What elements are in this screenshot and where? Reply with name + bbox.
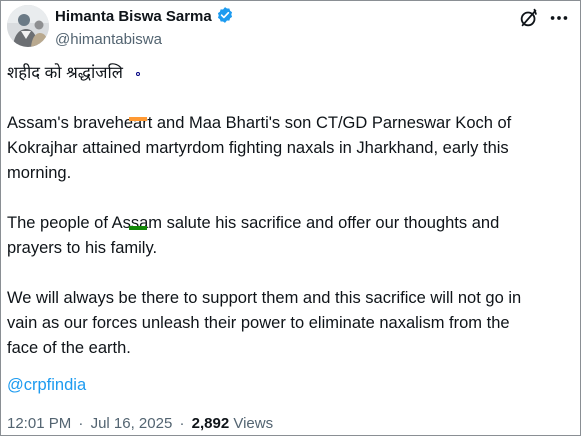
tweet-card: Himanta Biswa Sarma @himantabiswa शहीद क… xyxy=(0,0,581,436)
post-date[interactable]: Jul 16, 2025 xyxy=(91,415,173,432)
tweet-text-line1: शहीद को श्रद्धांजलि xyxy=(7,61,572,230)
tweet-body: शहीद को श्रद्धांजलि Assam's braveheart a… xyxy=(7,61,572,386)
grok-icon[interactable] xyxy=(518,7,540,29)
verified-badge-icon xyxy=(216,6,234,29)
tweet-meta: 12:01 PM · Jul 16, 2025 · 2,892 Views xyxy=(7,414,273,434)
display-name[interactable]: Himanta Biswa Sarma xyxy=(55,7,212,27)
tweet-paragraph-2: The people of Assam salute his sacrifice… xyxy=(7,214,500,257)
meta-separator: · xyxy=(78,415,84,432)
avatar-image xyxy=(7,5,49,47)
avatar[interactable] xyxy=(7,5,49,47)
indian-flag-icon xyxy=(128,67,147,230)
views-label: Views xyxy=(233,415,274,432)
tweet-header: Himanta Biswa Sarma @himantabiswa xyxy=(7,5,570,51)
author-info: Himanta Biswa Sarma @himantabiswa xyxy=(55,6,234,50)
author-handle[interactable]: @himantabiswa xyxy=(55,30,234,50)
tweet-paragraph-3: We will always be there to support them … xyxy=(7,289,522,357)
more-options-icon[interactable] xyxy=(548,7,570,29)
meta-separator-2: · xyxy=(179,415,185,432)
mention-link[interactable]: @crpfindia xyxy=(7,373,86,398)
views-count: 2,892 xyxy=(191,415,230,432)
tribute-text: शहीद को श्रद्धांजलि xyxy=(7,64,123,82)
name-row: Himanta Biswa Sarma xyxy=(55,6,234,29)
post-time[interactable]: 12:01 PM xyxy=(7,415,71,432)
tweet-paragraph-1: Assam's braveheart and Maa Bharti's son … xyxy=(7,114,512,182)
